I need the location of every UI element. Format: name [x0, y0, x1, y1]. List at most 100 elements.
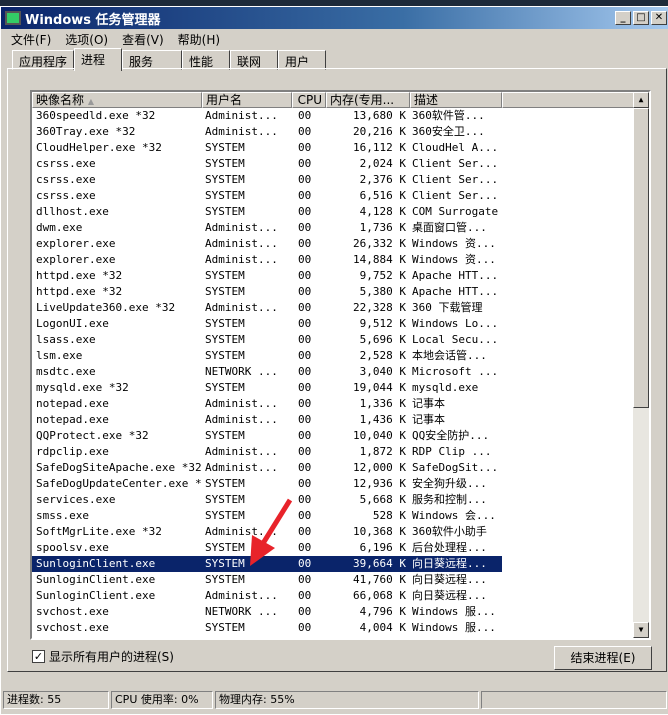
process-user: SYSTEM [205, 349, 245, 362]
column-user-name[interactable]: 用户名 [202, 92, 292, 108]
status-cpu-usage: CPU 使用率: 0% [111, 691, 213, 709]
table-row[interactable]: notepad.exe Administ... 00 1,336 K 记事本 [32, 396, 635, 412]
process-name: lsass.exe [36, 333, 96, 346]
tab-processes[interactable]: 进程 [74, 48, 123, 71]
status-empty [481, 691, 667, 709]
process-cpu: 00 [298, 109, 312, 122]
process-memory: 13,680 K [353, 109, 406, 122]
table-row[interactable]: SafeDogUpdateCenter.exe *32 SYSTEM 00 12,93… [32, 476, 635, 492]
table-row[interactable]: lsass.exe SYSTEM 00 5,696 K Local Secu... [32, 332, 635, 348]
table-row[interactable]: explorer.exe Administ... 00 26,332 K Windows… [32, 236, 635, 252]
table-row[interactable]: 360Tray.exe *32 Administ... 00 20,216 K 360安… [32, 124, 635, 140]
process-name: httpd.exe *32 [36, 269, 123, 282]
process-memory: 12,936 K [353, 477, 406, 490]
process-description: Windows 会... [412, 509, 496, 522]
process-user: SYSTEM [205, 381, 245, 394]
table-row[interactable]: csrss.exe SYSTEM 00 2,024 K Client Ser... [32, 156, 635, 172]
status-bar: 进程数: 55 CPU 使用率: 0% 物理内存: 55% [3, 691, 668, 711]
table-row[interactable]: csrss.exe SYSTEM 00 6,516 K Client Ser... [32, 188, 635, 204]
table-row[interactable]: SunloginClient.exe SYSTEM 00 39,664 K 向日葵远程.… [32, 555, 503, 573]
table-row[interactable]: dwm.exe Administ... 00 1,736 K 桌面窗口管... [32, 220, 635, 236]
task-manager-icon [5, 11, 21, 25]
process-user: SYSTEM [205, 141, 245, 154]
column-cpu[interactable]: CPU [292, 92, 326, 108]
process-user: SYSTEM [205, 333, 245, 346]
process-memory: 528 K [372, 509, 406, 522]
process-description: Windows 资... [412, 253, 496, 266]
process-name: mysqld.exe *32 [36, 381, 129, 394]
tab-services[interactable]: 服务 [122, 50, 183, 70]
process-name: dwm.exe [36, 221, 83, 234]
menu-options[interactable]: 选项(O) [65, 31, 108, 48]
menu-help[interactable]: 帮助(H) [178, 31, 220, 48]
process-list[interactable]: 映像名称 ▲ 用户名 CPU 内存(专用... 描述 360speedld.ex… [30, 90, 651, 640]
scroll-thumb[interactable] [633, 108, 649, 408]
table-row[interactable]: svchost.exe SYSTEM 00 4,004 K Windows 服... [32, 620, 635, 636]
column-image-name[interactable]: 映像名称 ▲ [32, 92, 202, 108]
table-row[interactable]: SunloginClient.exe SYSTEM 00 41,760 K 向日葵远程.… [32, 572, 635, 588]
process-memory: 10,040 K [353, 429, 406, 442]
process-description: 桌面窗口管... [412, 221, 487, 234]
process-cpu: 00 [298, 301, 312, 314]
table-row[interactable]: LogonUI.exe SYSTEM 00 9,512 K Windows Lo... [32, 316, 635, 332]
tab-applications[interactable]: 应用程序 [12, 50, 75, 70]
menu-file[interactable]: 文件(F) [11, 31, 51, 48]
table-row[interactable]: LiveUpdate360.exe *32 Administ... 00 22,328… [32, 300, 635, 316]
scroll-down-button[interactable]: ▼ [633, 622, 649, 638]
process-user: Administ... [205, 461, 278, 474]
process-user: SYSTEM [205, 477, 245, 490]
process-memory: 4,128 K [359, 205, 406, 218]
process-cpu: 00 [298, 445, 312, 458]
status-process-count: 进程数: 55 [3, 691, 109, 709]
show-all-users-checkbox[interactable]: ✓ 显示所有用户的进程(S) [32, 648, 174, 665]
maximize-button[interactable]: □ [633, 11, 649, 25]
close-button[interactable]: ✕ [651, 11, 667, 25]
table-row[interactable]: lsm.exe SYSTEM 00 2,528 K 本地会话管... [32, 348, 635, 364]
scroll-up-button[interactable]: ▲ [633, 92, 649, 108]
process-cpu: 00 [298, 141, 312, 154]
process-user: SYSTEM [205, 205, 245, 218]
process-name: rdpclip.exe [36, 445, 109, 458]
table-row[interactable]: spoolsv.exe SYSTEM 00 6,196 K 后台处理程... [32, 540, 635, 556]
end-process-button[interactable]: 结束进程(E) [554, 646, 652, 670]
table-row[interactable]: services.exe SYSTEM 00 5,668 K 服务和控制... [32, 492, 635, 508]
process-cpu: 00 [298, 621, 312, 634]
table-row[interactable]: explorer.exe Administ... 00 14,884 K Windows… [32, 252, 635, 268]
table-row[interactable]: SafeDogSiteApache.exe *32 Administ... 00 12… [32, 460, 635, 476]
table-row[interactable]: msdtc.exe NETWORK ... 00 3,040 K Microsoft .… [32, 364, 635, 380]
process-memory: 6,516 K [359, 189, 406, 202]
table-row[interactable]: 360speedld.exe *32 Administ... 00 13,680 K 3… [32, 108, 635, 124]
process-description: Apache HTT... [412, 285, 499, 298]
table-row[interactable]: SunloginClient.exe Administ... 00 66,068 K 向… [32, 588, 635, 604]
vertical-scrollbar[interactable]: ▲ ▼ [633, 92, 649, 638]
status-physical-memory: 物理内存: 55% [215, 691, 479, 709]
tab-networking[interactable]: 联网 [230, 50, 279, 70]
process-memory: 3,040 K [359, 365, 406, 378]
process-user: SYSTEM [205, 269, 245, 282]
process-description: 向日葵远程... [412, 573, 487, 586]
table-row[interactable]: svchost.exe NETWORK ... 00 4,796 K Windows 服… [32, 604, 635, 620]
checkbox-box[interactable]: ✓ [32, 650, 45, 663]
table-row[interactable]: notepad.exe Administ... 00 1,436 K 记事本 [32, 412, 635, 428]
table-row[interactable]: httpd.exe *32 SYSTEM 00 9,752 K Apache HTT..… [32, 268, 635, 284]
minimize-button[interactable]: _ [615, 11, 631, 25]
table-row[interactable]: mysqld.exe *32 SYSTEM 00 19,044 K mysqld.exe [32, 380, 635, 396]
process-memory: 1,436 K [359, 413, 406, 426]
table-row[interactable]: csrss.exe SYSTEM 00 2,376 K Client Ser... [32, 172, 635, 188]
menu-view[interactable]: 查看(V) [122, 31, 164, 48]
process-name: csrss.exe [36, 189, 96, 202]
tab-users[interactable]: 用户 [278, 50, 327, 70]
table-row[interactable]: httpd.exe *32 SYSTEM 00 5,380 K Apache HTT..… [32, 284, 635, 300]
table-row[interactable]: SoftMgrLite.exe *32 Administ... 00 10,368 K… [32, 524, 635, 540]
process-name: notepad.exe [36, 413, 109, 426]
column-description[interactable]: 描述 [410, 92, 502, 108]
table-row[interactable]: dllhost.exe SYSTEM 00 4,128 K COM Surrogate [32, 204, 635, 220]
tab-performance[interactable]: 性能 [182, 50, 231, 70]
table-row[interactable]: smss.exe SYSTEM 00 528 K Windows 会... [32, 508, 635, 524]
column-memory[interactable]: 内存(专用... [326, 92, 410, 108]
table-row[interactable]: QQProtect.exe *32 SYSTEM 00 10,040 K QQ安全防护.… [32, 428, 635, 444]
process-name: SunloginClient.exe [36, 557, 156, 570]
table-row[interactable]: CloudHelper.exe *32 SYSTEM 00 16,112 K Cloud… [32, 140, 635, 156]
process-description: Client Ser... [412, 189, 499, 202]
table-row[interactable]: rdpclip.exe Administ... 00 1,872 K RDP Clip … [32, 444, 635, 460]
